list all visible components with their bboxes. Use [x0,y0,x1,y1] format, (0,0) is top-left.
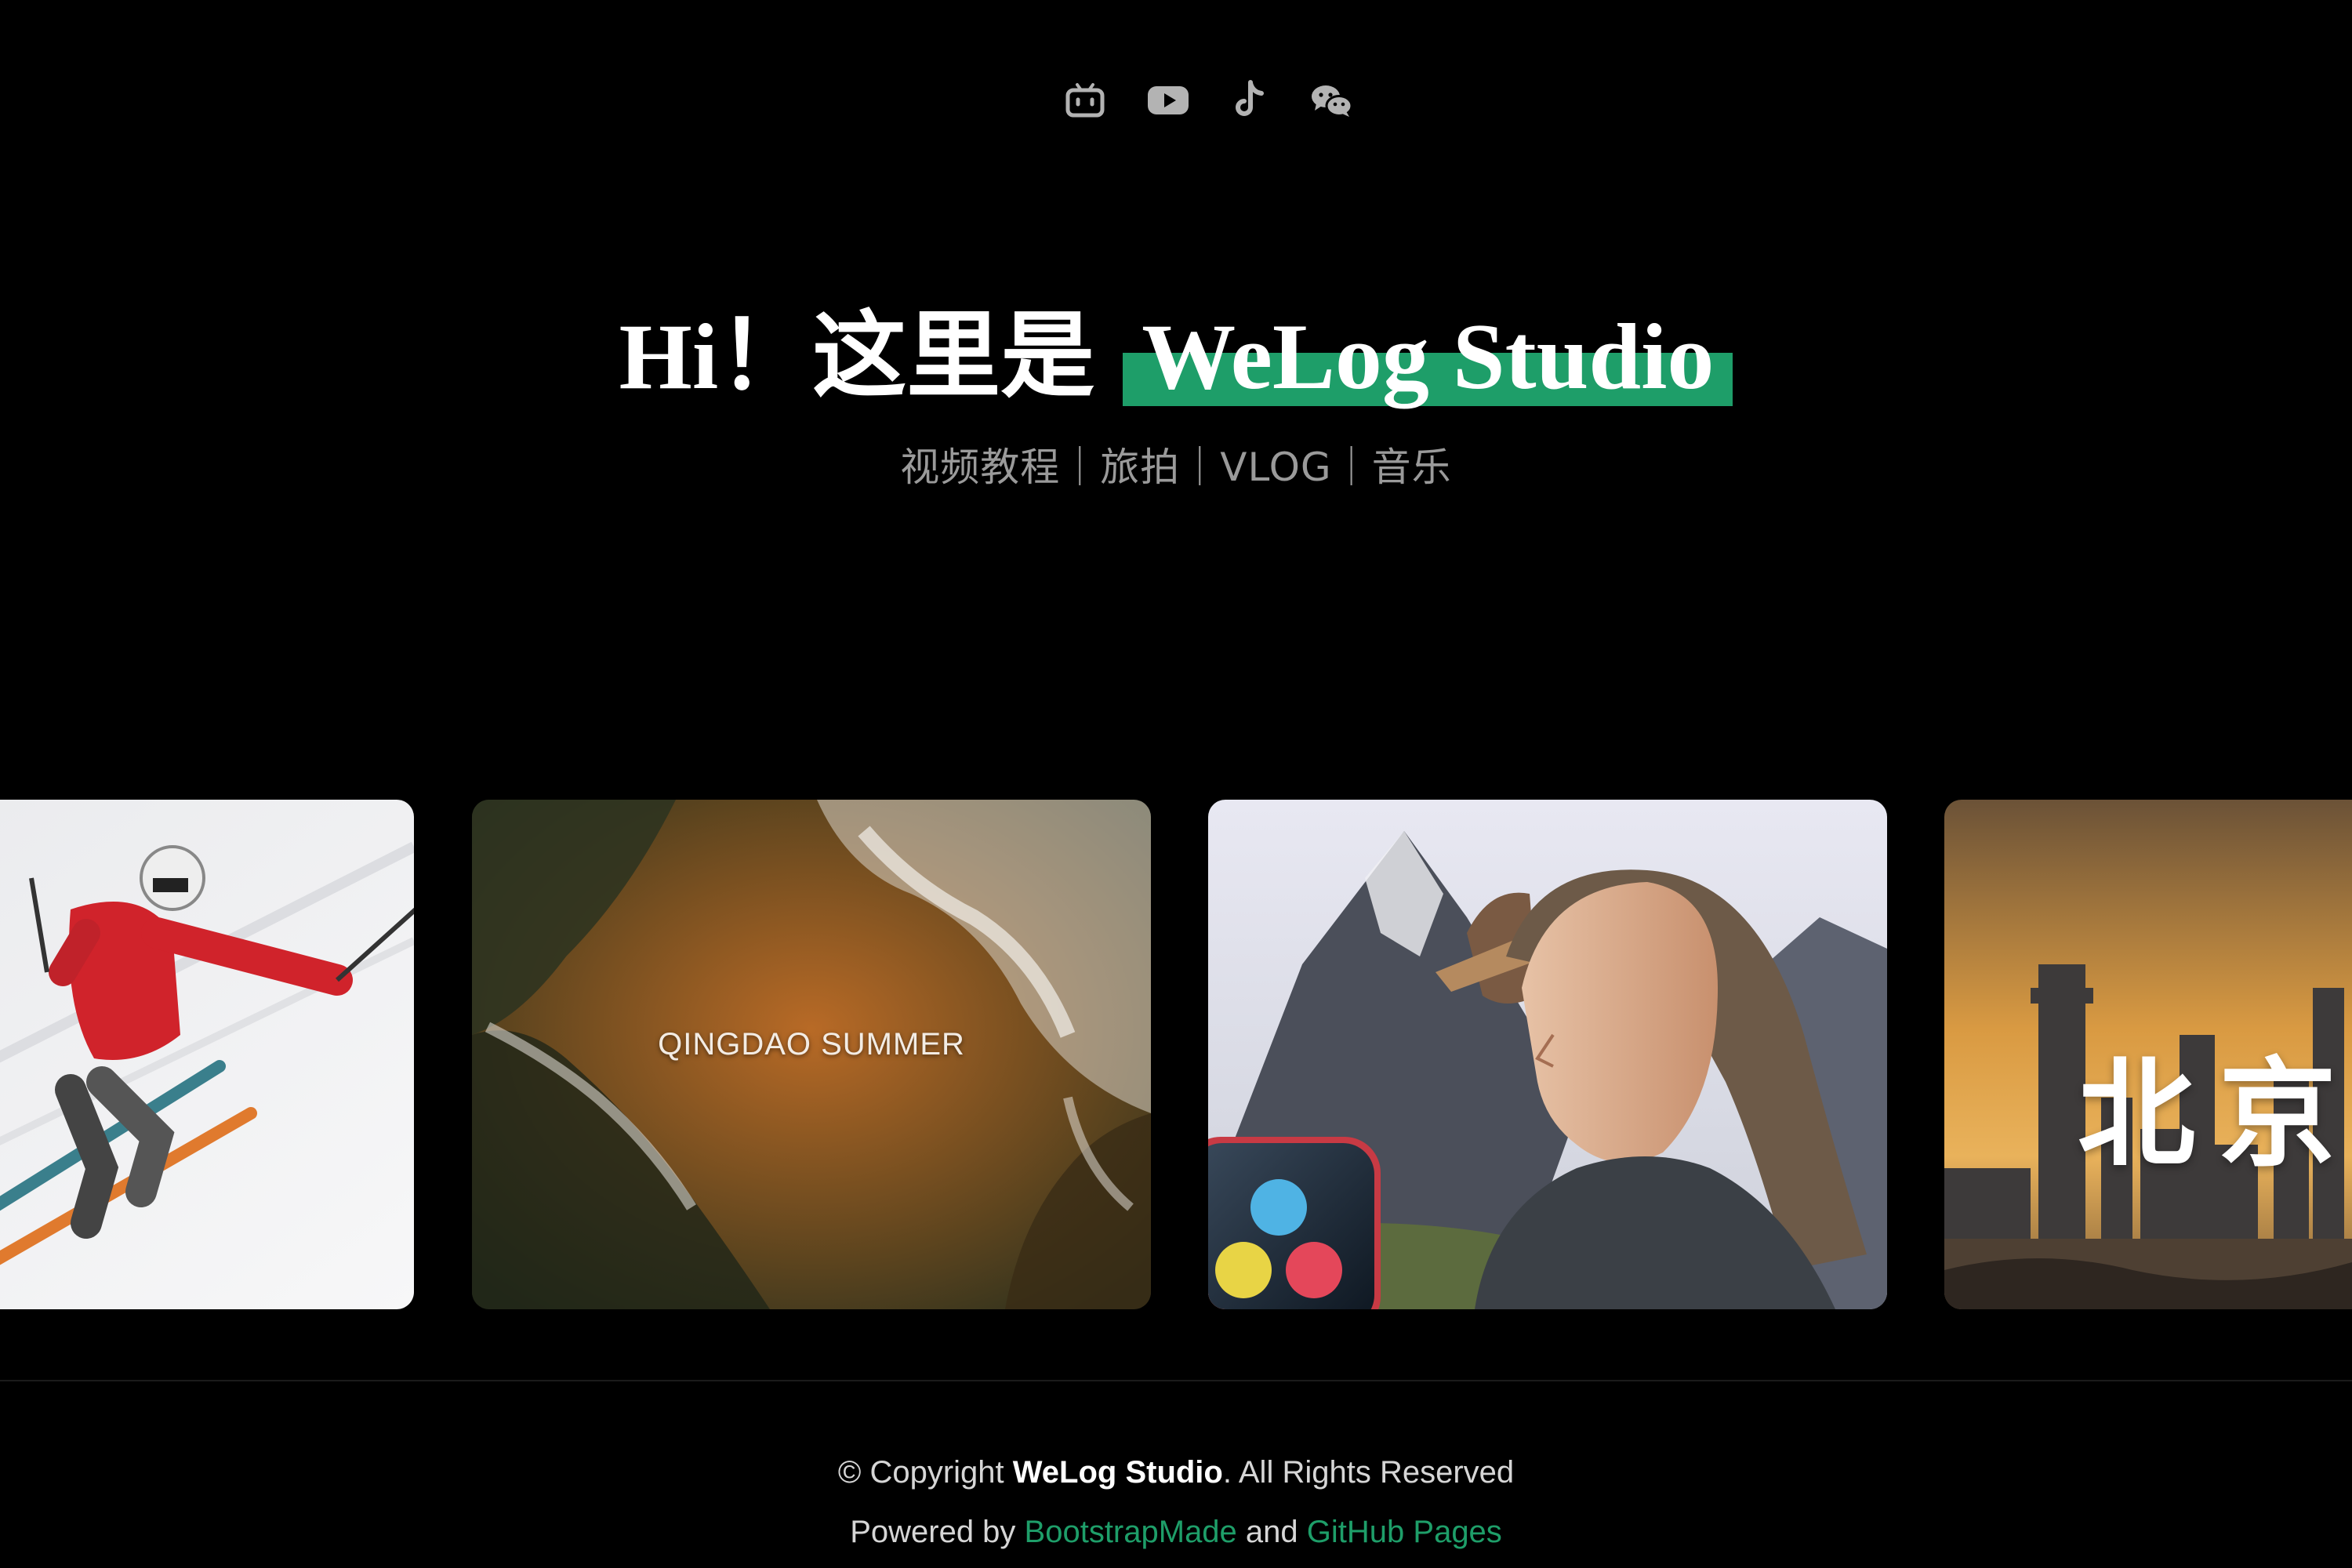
hero-greeting: Hi！这里是 [619,304,1095,408]
woman-mountain-davinci [1208,800,1887,1309]
hero-brand: WeLog Studio [1123,298,1733,416]
card-caption: QINGDAO SUMMER [658,1027,965,1062]
carousel-card-davinci[interactable] [1208,800,1887,1309]
bilibili-icon [1065,83,1105,118]
tiktok-icon [1236,80,1264,116]
copyright-brand: WeLog Studio [1012,1455,1223,1490]
carousel-card-skier[interactable] [0,800,414,1309]
wechat-link[interactable] [1306,75,1356,125]
wechat-icon [1312,85,1353,117]
powered-prefix: Powered by [850,1515,1025,1549]
footer-copyright: © Copyright WeLog Studio. All Rights Res… [0,1455,2352,1490]
tiktok-link[interactable] [1225,75,1275,125]
footer-divider [0,1380,2352,1381]
skier-photo [0,800,414,1309]
hero-subtitle: 视频教程｜旅拍｜VLOG｜音乐 [900,445,1452,490]
bilibili-link[interactable] [1060,75,1110,125]
copyright-prefix: © Copyright [837,1455,1013,1490]
hero-brand-text: WeLog Studio [1142,304,1715,408]
card-caption-cn: 北京 [2078,1045,2352,1183]
hero-title: Hi！这里是 WeLog Studio [0,298,2352,416]
github-pages-link[interactable]: GitHub Pages [1307,1515,1502,1549]
copyright-suffix: . All Rights Reserved [1222,1455,1515,1490]
social-links [0,75,2352,125]
carousel-card-qingdao[interactable]: QINGDAO SUMMER [472,800,1151,1309]
footer-powered-by: Powered by BootstrapMade and GitHub Page… [0,1515,2352,1550]
video-carousel: QINGDAO SUMMER 北京 [0,800,2352,1309]
powered-and: and [1236,1515,1307,1549]
bootstrapmade-link[interactable]: BootstrapMade [1025,1515,1237,1549]
youtube-icon [1148,86,1189,114]
page: Hi！这里是 WeLog Studio 视频教程｜旅拍｜VLOG｜音乐 QING… [0,0,2352,1568]
youtube-link[interactable] [1143,75,1193,125]
carousel-card-beijing[interactable]: 北京 [1944,800,2352,1309]
